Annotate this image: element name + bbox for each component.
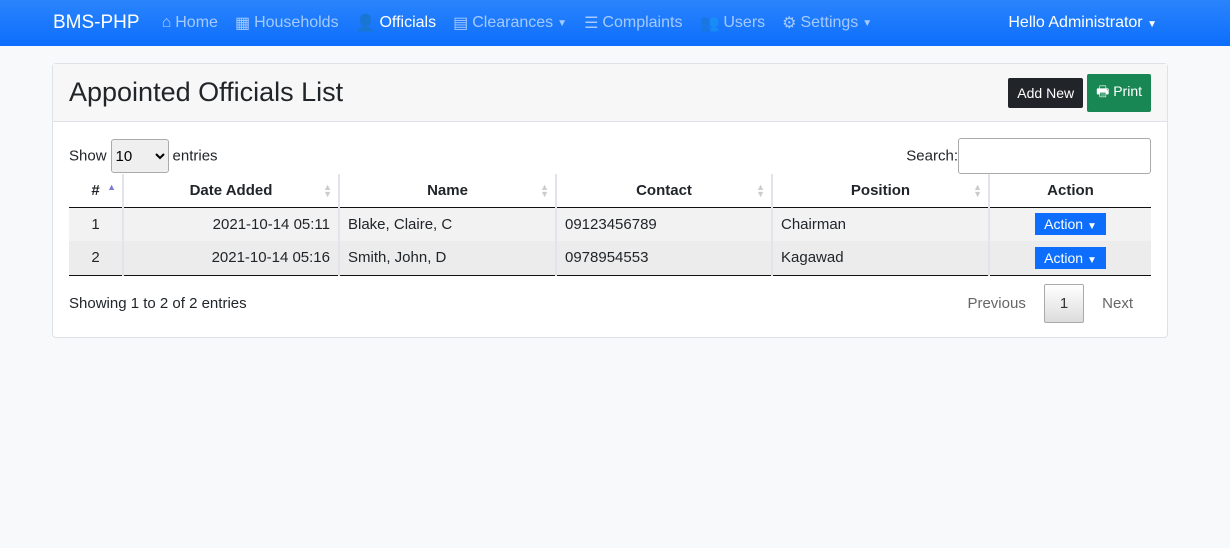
cell-action: Action ▼ [988,207,1151,241]
col-label: Position [850,181,911,199]
col-label: Contact [636,181,692,199]
caret-down-icon: ▼ [1086,254,1097,266]
cell-name: Blake, Claire, C [338,207,556,241]
sort-icon: ▲ ▼ [323,182,332,199]
nav-label: Users [723,14,766,31]
page-1-button[interactable]: 1 [1043,284,1085,323]
col-action: Action [988,174,1151,208]
table-info: Showing 1 to 2 of 2 entries [69,295,247,312]
nav-label: Complaints [602,14,683,31]
cell-name: Smith, John, D [338,241,556,276]
col-position[interactable]: Position ▲ ▼ [771,174,989,208]
nav-label: Clearances [472,14,554,31]
col-label: Date Added [189,181,273,199]
previous-button[interactable]: Previous [949,295,1043,312]
nav-settings[interactable]: ⚙ Settings ▼ [782,13,872,33]
nav-officials[interactable]: 👤 Officials [356,13,437,33]
nav-clearances[interactable]: ▤ Clearances ▼ [453,13,567,33]
cell-date: 2021-10-14 05:11 [122,207,339,241]
home-icon: ⌂ [161,14,172,31]
nav-label: Settings [800,14,859,31]
nav-label: Households [254,14,339,31]
officials-card: Appointed Officials List Add New 🖶 Print… [52,63,1168,338]
table-row: 1 2021-10-14 05:11 Blake, Claire, C 0912… [69,207,1151,241]
nav-label: Home [175,14,218,31]
table-row: 2 2021-10-14 05:16 Smith, John, D 097895… [69,241,1151,276]
col-date-added[interactable]: Date Added ▲ ▼ [122,174,339,208]
print-button[interactable]: 🖶 Print [1087,73,1151,112]
cell-contact: 0978954553 [555,241,772,276]
card-header: Appointed Officials List Add New 🖶 Print [53,64,1167,122]
entries-select[interactable]: 10 [110,139,169,173]
col-label: # [91,181,100,199]
col-number[interactable]: # ▲ [69,174,123,208]
add-new-button[interactable]: Add New [1008,77,1084,108]
entries-length: Show 10 entries [69,139,218,173]
cogs-icon: ⚙ [782,15,797,32]
sort-icon: ▲ ▼ [540,182,549,199]
action-dropdown-button[interactable]: Action ▼ [1035,246,1106,269]
cell-action: Action ▼ [988,241,1151,276]
user-greeting: Hello Administrator [1008,14,1143,31]
cell-contact: 09123456789 [555,207,772,241]
cell-number: 2 [69,241,123,276]
action-label: Action [1044,216,1084,233]
user-tie-icon: 👤 [355,15,376,32]
action-dropdown-button[interactable]: Action ▼ [1035,213,1106,236]
cell-number: 1 [69,207,123,241]
search-label: Search: [906,147,958,165]
action-label: Action [1044,249,1084,266]
sort-asc-icon: ▲ [107,182,116,192]
pagination: Previous 1 Next [949,284,1151,323]
caret-down-icon: ▼ [862,17,873,29]
entries-label: entries [172,147,218,165]
nav-complaints[interactable]: ☰ Complaints [584,13,682,33]
print-label: Print [1113,82,1142,99]
users-icon: 👥 [699,15,720,32]
nav-households[interactable]: ▦ Households [235,13,339,33]
caret-down-icon: ▼ [1147,19,1157,30]
cell-position: Chairman [771,207,989,241]
next-button[interactable]: Next [1084,295,1151,312]
sort-icon: ▲ ▼ [756,182,765,199]
col-contact[interactable]: Contact ▲ ▼ [555,174,772,208]
caret-down-icon: ▼ [1086,221,1097,233]
officials-table: # ▲ Date Added ▲ ▼ Name ▲ ▼ Contact ▲ ▼ Positio… [69,174,1151,276]
sort-icon: ▲ ▼ [973,182,982,199]
col-name[interactable]: Name ▲ ▼ [338,174,556,208]
list-icon: ☰ [584,15,599,32]
navbar: BMS-PHP ⌂ Home ▦ Households 👤 Officials ▤ Cl… [0,0,1230,46]
cell-position: Kagawad [771,241,989,276]
brand[interactable]: BMS-PHP [53,12,140,34]
file-icon: ▤ [453,15,469,32]
nav-label: Officials [379,14,437,31]
caret-down-icon: ▼ [557,17,568,29]
show-label: Show [69,147,107,165]
cell-date: 2021-10-14 05:16 [122,241,339,276]
search-box: Search: [906,138,1151,174]
nav-home[interactable]: ⌂ Home [162,14,218,32]
col-label: Name [427,181,468,199]
page-title: Appointed Officials List [69,77,344,107]
search-input[interactable] [958,138,1151,174]
nav-users[interactable]: 👥 Users [699,13,765,33]
print-icon: 🖶 [1096,82,1110,99]
table-icon: ▦ [234,15,251,32]
user-menu[interactable]: Hello Administrator ▼ [1008,14,1157,32]
